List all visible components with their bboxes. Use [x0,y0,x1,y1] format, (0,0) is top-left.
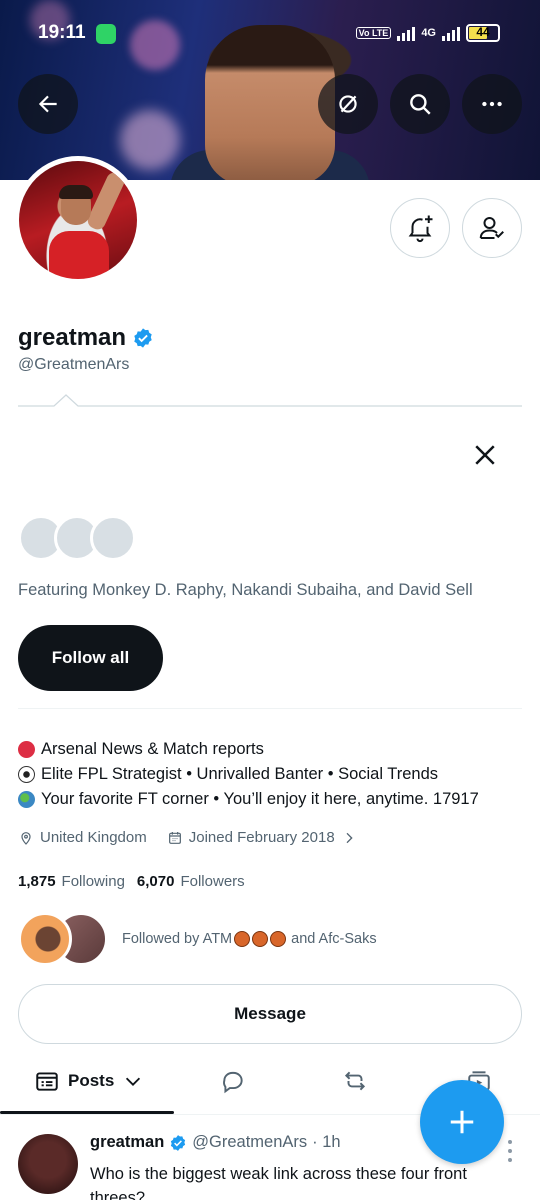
joined-text: Joined February 2018 [188,829,335,846]
following-button[interactable] [462,198,522,258]
chevron-down-icon [126,1077,141,1086]
search-icon [410,94,431,115]
followed-by-row[interactable]: Followed by ATM and Afc-Saks [18,912,377,966]
basketball-icon [234,931,251,947]
tab-replies[interactable] [220,1056,246,1106]
bio-line: Your favorite FT corner • You’ll enjoy i… [18,787,479,812]
grok-icon [339,95,357,113]
location-text: United Kingdom [40,829,147,846]
network-type: 4G [421,27,436,39]
follow-all-button[interactable]: Follow all [18,625,163,691]
followers-label[interactable]: Followers [180,873,244,890]
repost-icon [344,1071,366,1091]
more-horizontal-icon [482,101,502,107]
profile-handle: @GreatmenArs [18,356,130,373]
profile-name-row: greatman [18,324,154,352]
followed-by-prefix: Followed by ATM [122,931,233,947]
soccer-ball-icon [18,766,35,783]
verified-badge-icon [171,1134,186,1151]
tab-posts-label: Posts [68,1071,115,1090]
grok-button[interactable] [318,74,378,134]
bio-text: Your favorite FT corner • You’ll enjoy i… [41,790,479,808]
profile-avatar[interactable] [14,156,142,284]
followed-by-text: Followed by ATM and Afc-Saks [122,931,377,947]
suggested-avatar [90,515,136,561]
status-time: 19:11 [38,22,86,43]
reply-bubble-icon [223,1071,243,1094]
bio-line: Arsenal News & Match reports [18,737,479,762]
post-avatar[interactable] [18,1134,78,1194]
post-header: greatman @GreatmenArs · 1h [90,1133,341,1152]
status-bar: 19:11 Vo LTE 4G 44 [0,20,540,48]
post-more-icon[interactable] [505,1138,515,1164]
featuring-text: Featuring Monkey D. Raphy, Nakandi Subai… [18,581,473,599]
tab-posts[interactable]: Posts [34,1056,144,1106]
back-button[interactable] [18,74,78,134]
bell-plus-icon [408,215,433,243]
profile-name: greatman [18,324,127,351]
post-author-handle[interactable]: @GreatmenArs [192,1133,307,1152]
profile-stats: 1,875 Following 6,070 Followers [18,873,251,890]
post-time: · 1h [312,1133,341,1151]
banner-light [120,110,180,170]
bio-text: Elite FPL Strategist • Unrivalled Banter… [41,765,439,783]
whatsapp-icon [96,24,116,44]
section-divider [18,708,522,709]
message-button[interactable]: Message [18,984,522,1044]
battery-level: 44 [476,25,490,39]
battery-icon: 44 [466,24,500,42]
post-text[interactable]: Who is the biggest weak link across thes… [90,1162,510,1200]
bio-text: Arsenal News & Match reports [41,740,264,758]
signal-bars-icon [442,25,460,41]
more-options-button[interactable] [462,74,522,134]
following-label[interactable]: Following [62,873,125,890]
calendar-icon [168,831,181,844]
verified-badge-icon[interactable] [132,327,154,349]
volte-badge: Vo LTE [355,27,392,39]
follower-avatar [18,912,72,966]
location-pin-icon [21,831,31,845]
chevron-right-icon[interactable] [341,830,357,846]
tab-reposts[interactable] [342,1056,368,1106]
posts-icon [36,1072,58,1091]
profile-meta: United Kingdom Joined February 2018 [18,829,357,846]
globe-icon [18,791,35,808]
suggested-avatars [18,515,138,561]
close-icon[interactable] [470,440,500,470]
search-button[interactable] [390,74,450,134]
bio-line: Elite FPL Strategist • Unrivalled Banter… [18,762,479,787]
person-check-icon [479,217,504,239]
compose-post-button[interactable] [420,1080,504,1164]
following-count[interactable]: 1,875 [18,873,56,890]
signal-bars-icon [397,25,416,41]
basketball-icon [252,931,269,947]
suggestions-divider [18,394,522,407]
banner-player-face [205,25,335,180]
followed-by-suffix: and Afc-Saks [291,931,377,947]
avatar-image [19,161,137,279]
followers-count[interactable]: 6,070 [137,873,175,890]
arrow-left-icon [38,95,57,113]
status-right: Vo LTE 4G 44 [355,24,500,42]
notifications-button[interactable] [390,198,450,258]
plus-icon [450,1110,474,1134]
red-circle-icon [18,741,35,758]
post-author-name[interactable]: greatman [90,1133,164,1152]
basketball-icon [270,931,287,947]
profile-bio: Arsenal News & Match reports Elite FPL S… [18,737,479,812]
